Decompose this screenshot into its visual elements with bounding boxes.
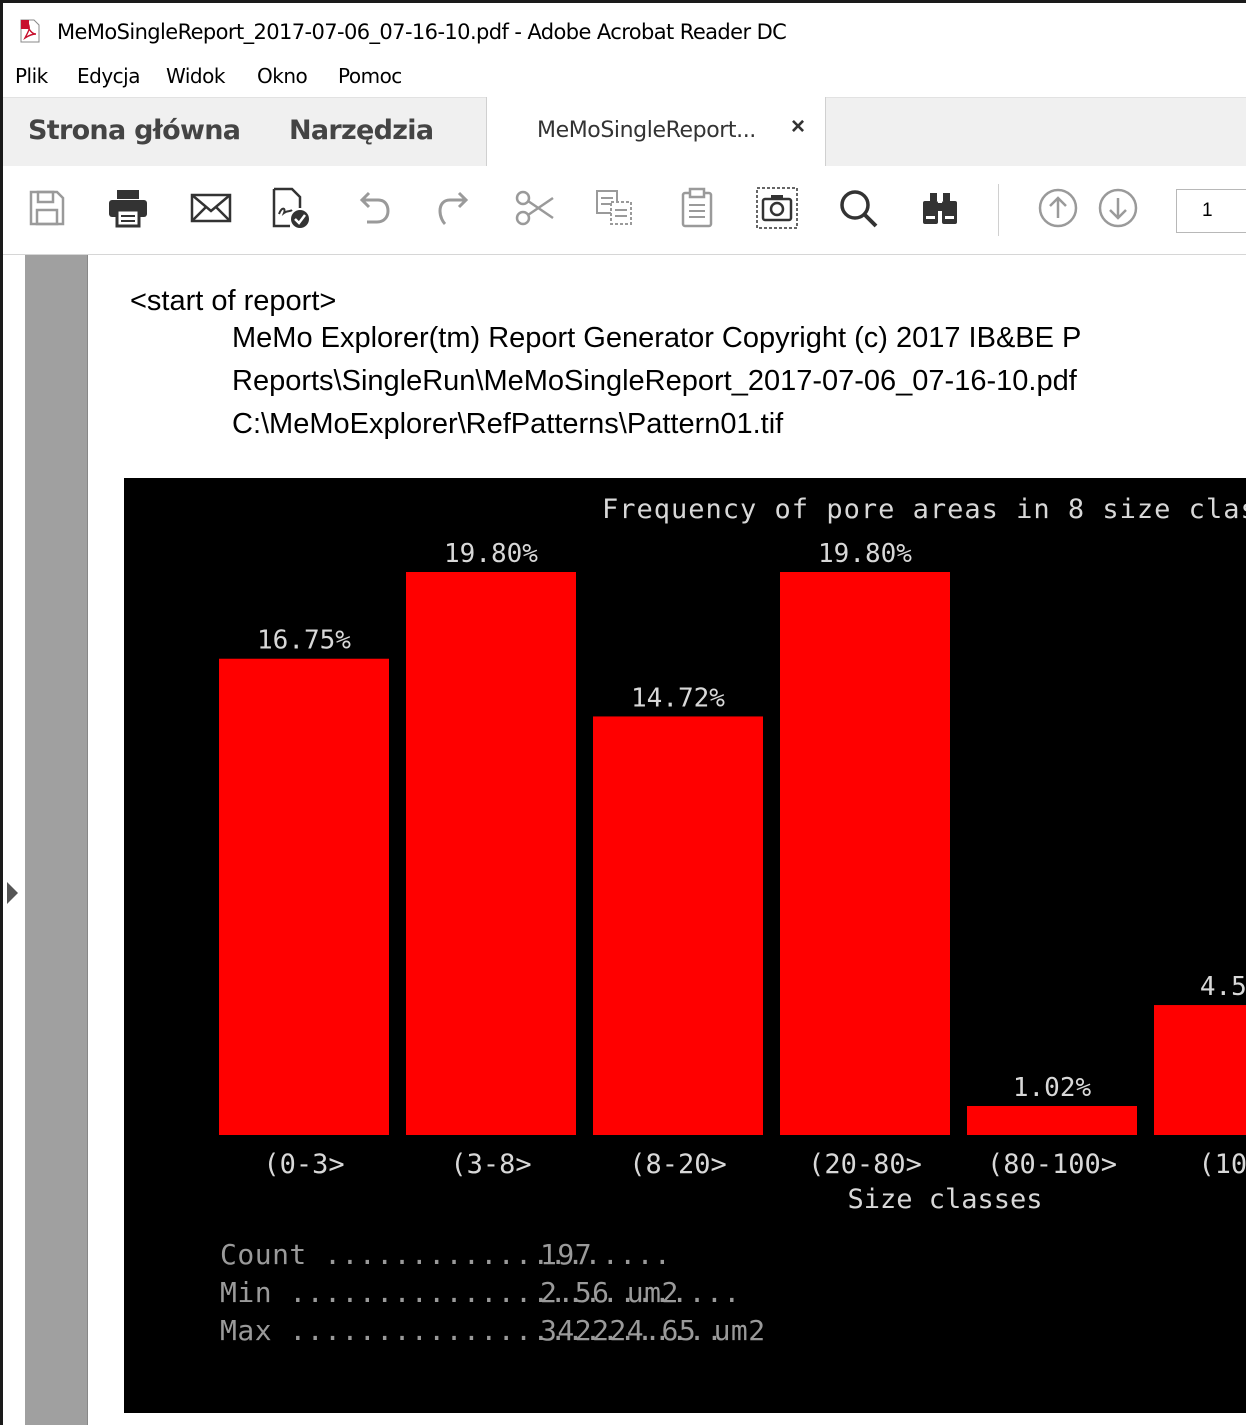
chart-title: Frequency of pore areas in 8 size classe… bbox=[602, 494, 1246, 525]
snapshot-icon[interactable] bbox=[755, 186, 799, 230]
close-tab-icon[interactable]: × bbox=[791, 113, 805, 141]
bar-3 bbox=[780, 572, 950, 1135]
left-panel-strip bbox=[3, 255, 25, 1425]
bar-value-label-2: 14.72% bbox=[631, 683, 725, 713]
menu-bar: Plik Edycja Widok Okno Pomoc bbox=[3, 58, 1246, 96]
window-title: MeMoSingleReport_2017-07-06_07-16-10.pdf… bbox=[57, 20, 787, 44]
bar-4 bbox=[967, 1105, 1137, 1135]
bar-value-label-0: 16.75% bbox=[257, 626, 351, 656]
toolbar: 1 bbox=[3, 166, 1246, 255]
email-icon[interactable] bbox=[189, 186, 233, 230]
page-number-input[interactable]: 1 bbox=[1176, 189, 1246, 233]
page-number-value: 1 bbox=[1202, 200, 1213, 221]
category-label-0: (0-3> bbox=[263, 1149, 344, 1180]
menu-file[interactable]: Plik bbox=[15, 64, 48, 88]
report-start-marker: <start of report> bbox=[130, 285, 337, 317]
cut-icon[interactable] bbox=[513, 186, 557, 230]
search-icon[interactable] bbox=[836, 186, 880, 230]
bar-5 bbox=[1154, 1005, 1246, 1135]
report-line-1: MeMo Explorer(tm) Report Generator Copyr… bbox=[232, 322, 1082, 354]
paste-icon[interactable] bbox=[675, 186, 719, 230]
tab-home[interactable]: Strona główna bbox=[28, 115, 241, 146]
bar-0 bbox=[219, 658, 389, 1135]
menu-edit[interactable]: Edycja bbox=[77, 64, 140, 88]
undo-icon[interactable] bbox=[351, 186, 395, 230]
category-label-5: (100- bbox=[1198, 1149, 1246, 1180]
bar-value-label-3: 19.80% bbox=[818, 539, 912, 569]
print-icon[interactable] bbox=[106, 186, 150, 230]
category-label-3: (20-80> bbox=[808, 1149, 922, 1180]
bar-value-label-1: 19.80% bbox=[444, 539, 538, 569]
stat-value-min: 2.56 um2 bbox=[540, 1276, 679, 1309]
bar-1 bbox=[406, 572, 576, 1135]
x-axis-label: Size classes bbox=[847, 1184, 1042, 1215]
page-down-icon[interactable] bbox=[1096, 186, 1140, 230]
bar-2 bbox=[593, 716, 763, 1135]
copy-icon[interactable] bbox=[593, 186, 637, 230]
pdf-file-icon bbox=[20, 19, 40, 43]
report-line-3: C:\MeMoExplorer\RefPatterns\Pattern01.ti… bbox=[232, 408, 784, 440]
report-line-2: Reports\SingleRun\MeMoSingleReport_2017-… bbox=[232, 365, 1077, 397]
title-bar: MeMoSingleReport_2017-07-06_07-16-10.pdf… bbox=[3, 3, 1246, 58]
page-up-icon[interactable] bbox=[1036, 186, 1080, 230]
menu-view[interactable]: Widok bbox=[166, 64, 225, 88]
toolbar-separator bbox=[998, 184, 999, 236]
save-icon[interactable] bbox=[25, 186, 69, 230]
redo-icon[interactable] bbox=[433, 186, 477, 230]
frequency-chart: Frequency of pore areas in 8 size classe… bbox=[124, 478, 1246, 1413]
find-binoculars-icon[interactable] bbox=[918, 186, 962, 230]
menu-help[interactable]: Pomoc bbox=[338, 64, 402, 88]
category-label-4: (80-100> bbox=[987, 1149, 1117, 1180]
stat-value-max: 342224.65 um2 bbox=[540, 1314, 766, 1347]
chart-canvas: Frequency of pore areas in 8 size classe… bbox=[219, 494, 1246, 1215]
bar-value-label-5: 4.57% bbox=[1200, 972, 1246, 1002]
menu-window[interactable]: Okno bbox=[257, 64, 308, 88]
tab-tools[interactable]: Narzędzia bbox=[289, 115, 434, 146]
expand-panel-icon[interactable] bbox=[7, 882, 18, 904]
tab-document-label: MeMoSingleReport... bbox=[537, 118, 756, 143]
stat-value-count: 197 bbox=[540, 1238, 593, 1271]
bar-value-label-4: 1.02% bbox=[1013, 1073, 1092, 1103]
category-label-1: (3-8> bbox=[450, 1149, 531, 1180]
sign-icon[interactable] bbox=[268, 186, 312, 230]
tab-document[interactable]: MeMoSingleReport... × bbox=[486, 97, 826, 166]
navigation-pane-gutter bbox=[25, 255, 87, 1425]
stat-label-count: Count .................... bbox=[220, 1238, 672, 1271]
tab-bar: Strona główna Narzędzia MeMoSingleReport… bbox=[3, 97, 1246, 167]
category-label-2: (8-20> bbox=[629, 1149, 727, 1180]
